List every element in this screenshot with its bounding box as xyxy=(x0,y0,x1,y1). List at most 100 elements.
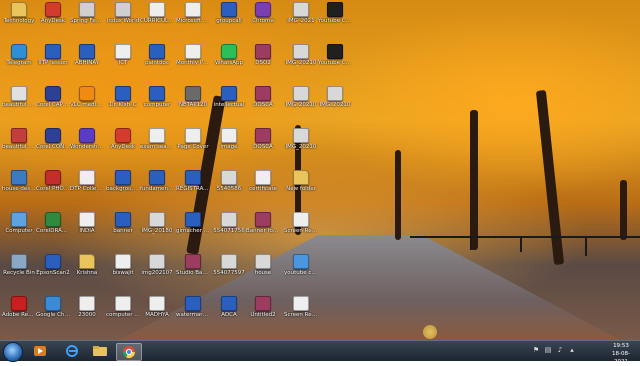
image-icon xyxy=(221,170,237,185)
desktop-icon[interactable]: AnyDesk xyxy=(36,2,70,34)
desktop-icon[interactable]: DTP Collection xyxy=(70,170,104,202)
image-icon xyxy=(255,212,271,227)
desktop-icon[interactable]: Page Cover xyxy=(176,128,210,160)
desktop-icon[interactable]: image xyxy=(212,128,246,160)
desktop-icon[interactable]: Monthly Progress xyxy=(176,44,210,76)
app-icon xyxy=(11,296,27,311)
desktop-icon[interactable]: 5540586 xyxy=(212,170,246,202)
desktop-icon-label: IMG_20210 xyxy=(285,144,317,150)
desktop-icon[interactable]: IITP lesson xyxy=(36,44,70,76)
desktop-icon[interactable]: Corel CONNECT X7 xyxy=(36,128,70,160)
desktop-icon[interactable]: REGISTRATION xyxy=(176,170,210,202)
desktop-icon[interactable]: 554071756 xyxy=(212,212,246,244)
desktop-icon[interactable]: Microsoft Store xyxy=(176,2,210,34)
desktop-icon[interactable]: DSO2 xyxy=(246,44,280,76)
desktop-icon[interactable]: IMG_2021 xyxy=(284,2,318,34)
desktop-icon[interactable]: gimacher notha xyxy=(176,212,210,244)
desktop-icon[interactable]: EpsonScan2 xyxy=(36,254,70,286)
desktop-icon[interactable]: exam seating plan xyxy=(140,128,174,160)
image-icon xyxy=(327,44,343,59)
desktop-icon[interactable]: Krishna xyxy=(70,254,104,286)
app-icon xyxy=(221,44,237,59)
desktop-icon[interactable]: Screen Recordin xyxy=(284,212,318,244)
desktop-icon[interactable]: biswajit xyxy=(106,254,140,286)
file-icon xyxy=(115,170,131,185)
desktop-icon[interactable]: Corel PHOTO-P X7 xyxy=(36,170,70,202)
desktop-icon[interactable]: Google Chrome xyxy=(36,296,70,328)
desktop-icon[interactable]: certificate xyxy=(246,170,280,202)
desktop-icon[interactable]: Indus World xyxy=(106,2,140,34)
desktop-icon[interactable]: Technology xyxy=(2,2,36,34)
desktop-icon-label: Telegram xyxy=(6,60,32,66)
desktop-icon[interactable]: DOSCA xyxy=(246,128,280,160)
flag-icon[interactable]: ⚑ xyxy=(532,346,540,354)
desktop-icon[interactable]: ABHINAY xyxy=(70,44,104,76)
internet-explorer-button[interactable] xyxy=(62,343,82,359)
desktop-icon[interactable]: Youtube Channel xyxy=(318,44,352,76)
clock[interactable]: 19:53 18-08-2021 xyxy=(606,342,636,366)
chrome-button[interactable] xyxy=(116,343,142,361)
desktop-icon-label: AnyDesk xyxy=(110,144,136,150)
desktop-icon[interactable]: Spring Fest Camp xyxy=(70,2,104,34)
desktop-icon[interactable]: computer xyxy=(140,86,174,118)
desktop-icon-label: 5540586 xyxy=(216,186,242,192)
desktop-icon[interactable]: ADCA xyxy=(212,296,246,328)
app-icon xyxy=(79,128,95,143)
media-player-button[interactable] xyxy=(30,343,50,359)
desktop-icon[interactable]: Adobe Reader XI xyxy=(2,296,36,328)
desktop-icon[interactable]: NETAP120 xyxy=(176,86,210,118)
desktop-icon[interactable]: Screen Recordin xyxy=(284,296,318,328)
desktop-icon[interactable]: fundamental class 3 xyxy=(140,170,174,202)
desktop-icon[interactable]: New folder xyxy=(284,170,318,202)
desktop-icon[interactable]: Corel CAPTURE X7 xyxy=(36,86,70,118)
desktop-icon[interactable]: Telegram xyxy=(2,44,36,76)
desktop-icon[interactable]: img202107 xyxy=(140,254,174,286)
desktop-icon[interactable]: youtube channel xyxy=(284,254,318,286)
desktop-icon[interactable]: MADHYA xyxy=(140,296,174,328)
desktop-icon[interactable]: CURRICULUM PLAN xyxy=(140,2,174,34)
desktop-icon[interactable]: Computer xyxy=(2,212,36,244)
desktop-icon[interactable]: 554077597 xyxy=(212,254,246,286)
speaker-icon[interactable]: ♪ xyxy=(556,346,564,354)
network-icon[interactable]: ▤ xyxy=(544,346,552,354)
start-button[interactable] xyxy=(3,342,23,362)
desktop-icon[interactable]: paintdoc xyxy=(140,44,174,76)
desktop-icon[interactable]: Untitled2 xyxy=(246,296,280,328)
desktop-icon[interactable]: house design xyxy=(2,170,36,202)
computer-icon xyxy=(11,212,27,227)
ie-icon xyxy=(66,345,78,357)
desktop-icon[interactable]: intellectual xyxy=(212,86,246,118)
desktop-icon[interactable]: watermark doc xyxy=(176,296,210,328)
desktop-icon[interactable]: INDIA xyxy=(70,212,104,244)
desktop-icon[interactable]: Studio Backgrou xyxy=(176,254,210,286)
desktop-icon[interactable]: IMG_20180 xyxy=(140,212,174,244)
desktop-icon[interactable]: IMG_20210 xyxy=(284,86,318,118)
app-icon xyxy=(45,2,61,17)
desktop-icon[interactable]: Youtube Channel xyxy=(318,2,352,34)
desktop-icon[interactable]: IMG_20210 xyxy=(284,44,318,76)
desktop-icon[interactable]: beautiful house design xyxy=(2,86,36,118)
desktop-icon[interactable]: Dr_Kish_C xyxy=(106,86,140,118)
show-hidden-icon[interactable]: ▴ xyxy=(568,346,576,354)
desktop-icon[interactable]: house xyxy=(246,254,280,286)
file-explorer-button[interactable] xyxy=(90,343,110,359)
desktop-icon[interactable]: IMG_20210 xyxy=(284,128,318,160)
desktop-icon[interactable]: DOSCA xyxy=(246,86,280,118)
desktop-icon[interactable]: ICT xyxy=(106,44,140,76)
desktop-icon[interactable]: beautiful house xyxy=(2,128,36,160)
desktop-icon[interactable]: Banner for FOCUS xyxy=(246,212,280,244)
desktop-icon[interactable]: Wondershare Filmora9 xyxy=(70,128,104,160)
desktop-icon[interactable]: computer fundement xyxy=(106,296,140,328)
desktop-icon[interactable]: Recycle Bin xyxy=(2,254,36,286)
desktop-icon[interactable]: banner xyxy=(106,212,140,244)
desktop-icon[interactable]: groupcall xyxy=(212,2,246,34)
desktop-icon[interactable]: IMG_20210 xyxy=(318,86,352,118)
desktop-icon[interactable]: Chrome xyxy=(246,2,280,34)
desktop-icon[interactable]: background fit xyxy=(106,170,140,202)
desktop-icon-label: computer xyxy=(143,102,171,108)
desktop-icon[interactable]: WhatsApp xyxy=(212,44,246,76)
desktop-icon[interactable]: VLC media player xyxy=(70,86,104,118)
desktop-icon[interactable]: AnyDesk xyxy=(106,128,140,160)
desktop-icon[interactable]: CorelDRAW X7 xyxy=(36,212,70,244)
desktop-icon[interactable]: 23000 xyxy=(70,296,104,328)
